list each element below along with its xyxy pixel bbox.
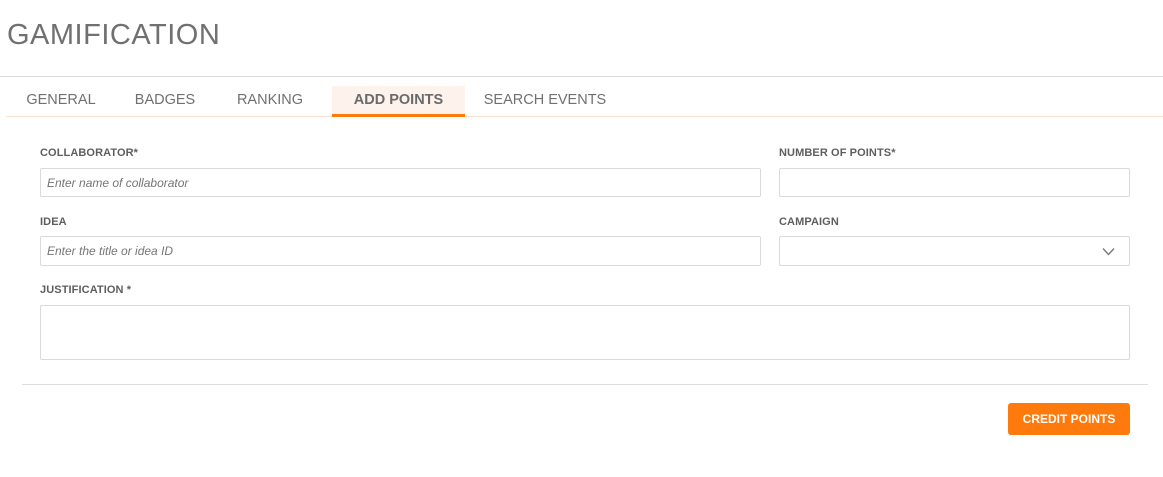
tab-ranking[interactable]: RANKING [214, 86, 326, 117]
collaborator-label: COLLABORATOR* [40, 147, 139, 159]
idea-input[interactable] [40, 236, 761, 266]
credit-points-button[interactable]: CREDIT POINTS [1008, 403, 1130, 435]
justification-label: JUSTIFICATION * [40, 284, 132, 296]
form-footer-divider [22, 384, 1148, 385]
tab-bar: GENERAL BADGES RANKING ADD POINTS SEARCH… [6, 86, 1163, 117]
tab-badges[interactable]: BADGES [116, 86, 214, 117]
tab-general[interactable]: GENERAL [6, 86, 116, 117]
tab-search-events[interactable]: SEARCH EVENTS [465, 86, 625, 117]
number-of-points-label: NUMBER OF POINTS* [779, 147, 896, 159]
title-divider [0, 76, 1163, 77]
justification-textarea[interactable] [40, 305, 1130, 360]
idea-label: IDEA [40, 216, 67, 228]
collaborator-input[interactable] [40, 168, 761, 197]
campaign-select[interactable] [779, 236, 1130, 266]
page-title: GAMIFICATION [7, 19, 221, 51]
campaign-label: CAMPAIGN [779, 216, 839, 228]
number-of-points-input[interactable] [779, 168, 1130, 197]
chevron-down-icon [1102, 248, 1115, 256]
tab-add-points[interactable]: ADD POINTS [332, 86, 465, 117]
